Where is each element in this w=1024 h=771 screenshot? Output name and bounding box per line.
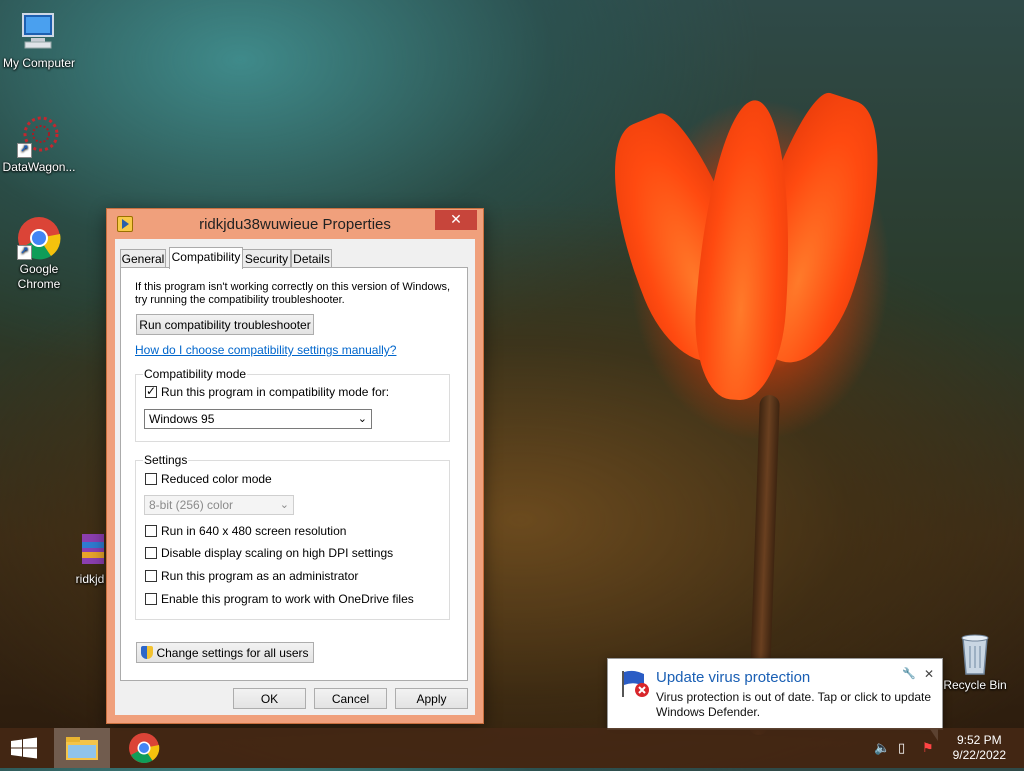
chevron-down-icon: ⌄ xyxy=(279,499,289,511)
dpi-scaling-label: Disable display scaling on high DPI sett… xyxy=(161,546,394,560)
run-as-admin-label: Run this program as an administrator xyxy=(161,569,359,583)
properties-dialog: ridkjdu38wuwieue Properties ✕ General Co… xyxy=(106,208,484,724)
color-depth-select: 8-bit (256) color ⌄ xyxy=(144,495,294,515)
desktop-icon-my-computer[interactable]: My Computer xyxy=(0,10,78,71)
system-clock[interactable]: 9:52 PM 9/22/2022 xyxy=(953,733,1006,763)
reduced-color-label: Reduced color mode xyxy=(161,472,272,486)
clock-time: 9:52 PM xyxy=(956,733,1002,747)
onedrive-checkbox[interactable] xyxy=(145,593,157,605)
dialog-title: ridkjdu38wuwieue Properties xyxy=(199,216,391,233)
volume-icon[interactable]: 🔈 xyxy=(874,740,890,756)
intro-text-line1: If this program isn't working correctly … xyxy=(135,281,451,293)
run-troubleshooter-button[interactable]: Run compatibility troubleshooter xyxy=(136,314,314,335)
manual-settings-link[interactable]: How do I choose compatibility settings m… xyxy=(135,343,396,357)
taskbar-file-explorer[interactable] xyxy=(54,728,110,768)
notification-body: Virus protection is out of date. Tap or … xyxy=(656,690,932,719)
shortcut-arrow-icon: ↗ xyxy=(17,143,32,158)
res-640-checkbox[interactable] xyxy=(145,525,157,537)
settings-wrench-icon[interactable]: 🔧 xyxy=(902,667,916,680)
desktop-icon-google-chrome[interactable]: ↗ Google Chrome xyxy=(0,216,78,292)
compat-mode-label: Run this program in compatibility mode f… xyxy=(161,385,390,399)
settings-group: Settings Reduced color mode 8-bit (256) … xyxy=(135,453,450,620)
desktop-icon-label: My Computer xyxy=(2,56,76,70)
close-button[interactable]: ✕ xyxy=(435,210,477,230)
res-640-label: Run in 640 x 480 screen resolution xyxy=(161,524,347,538)
tab-security[interactable]: Security xyxy=(242,249,291,268)
color-depth-value: 8-bit (256) color xyxy=(149,498,234,512)
taskbar: 🔈 ▯ ⚑ 9:52 PM 9/22/2022 xyxy=(0,728,1024,768)
desktop-icon-datawagon[interactable]: ↗ DataWagon... xyxy=(0,114,78,175)
onedrive-label: Enable this program to work with OneDriv… xyxy=(161,592,414,606)
apply-button[interactable]: Apply xyxy=(395,688,468,709)
chrome-icon xyxy=(129,733,160,763)
recycle-bin-icon xyxy=(953,632,997,676)
compatibility-mode-legend: Compatibility mode xyxy=(143,367,248,381)
tab-compatibility[interactable]: Compatibility xyxy=(169,247,243,269)
settings-legend: Settings xyxy=(143,453,189,467)
run-as-admin-checkbox[interactable] xyxy=(145,570,157,582)
windows-logo-icon xyxy=(11,737,37,759)
intro-text-line2: try running the compatibility troublesho… xyxy=(135,294,345,306)
reduced-color-checkbox[interactable] xyxy=(145,473,157,485)
desktop-icon-recycle-bin[interactable]: Recycle Bin xyxy=(936,632,1014,693)
clock-date: 9/22/2022 xyxy=(952,748,1006,762)
notification-title: Update virus protection xyxy=(656,669,811,686)
computer-icon xyxy=(17,10,61,54)
action-center-flag-icon[interactable]: ⚑ xyxy=(922,740,934,756)
folder-icon xyxy=(66,737,98,760)
change-settings-label: Change settings for all users xyxy=(156,646,309,660)
tab-general[interactable]: General xyxy=(120,249,166,268)
desktop-icon-label: Recycle Bin xyxy=(943,678,1007,692)
os-version-select[interactable]: Windows 95 ⌄ xyxy=(144,409,372,429)
shortcut-arrow-icon: ↗ xyxy=(17,245,32,260)
chevron-down-icon: ⌄ xyxy=(357,413,367,425)
start-button[interactable] xyxy=(0,728,48,768)
os-version-value: Windows 95 xyxy=(149,412,215,426)
winrar-icon xyxy=(70,530,110,570)
defender-flag-icon xyxy=(620,669,649,697)
dialog-titlebar[interactable]: ridkjdu38wuwieue Properties ✕ xyxy=(107,209,483,239)
tab-details[interactable]: Details xyxy=(291,249,332,268)
desktop-icon-label: DataWagon... xyxy=(2,160,76,174)
datawagon-icon: ↗ xyxy=(17,114,61,158)
compatibility-panel: If this program isn't working correctly … xyxy=(120,267,468,681)
compat-mode-checkbox[interactable] xyxy=(145,384,157,398)
dpi-scaling-checkbox[interactable] xyxy=(145,547,157,559)
taskbar-chrome[interactable] xyxy=(116,728,172,768)
chrome-icon: ↗ xyxy=(17,216,61,260)
change-settings-all-users-button[interactable]: Change settings for all users xyxy=(136,642,314,663)
desktop-icon-label: Google Chrome xyxy=(17,262,61,291)
dialog-client: General Compatibility Security Details I… xyxy=(115,239,475,715)
ok-button[interactable]: OK xyxy=(233,688,306,709)
uac-shield-icon xyxy=(141,646,154,659)
notification-close-button[interactable]: ✕ xyxy=(924,667,934,681)
compatibility-mode-group: Compatibility mode Run this program in c… xyxy=(135,367,450,442)
cancel-button[interactable]: Cancel xyxy=(314,688,387,709)
network-icon[interactable]: ▯ xyxy=(898,740,905,756)
defender-notification[interactable]: Update virus protection Virus protection… xyxy=(607,658,943,741)
